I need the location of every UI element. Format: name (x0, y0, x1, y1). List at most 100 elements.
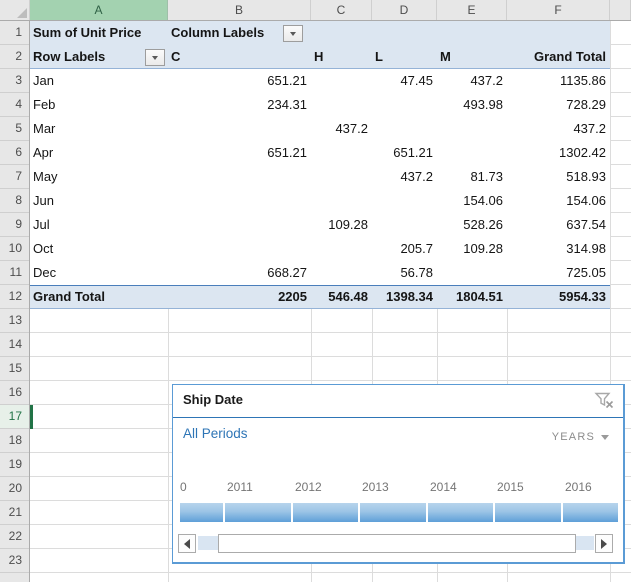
pivot-cell[interactable]: 528.26 (437, 213, 507, 237)
period-level-label: YEARS (552, 431, 595, 443)
pivot-cell[interactable]: 205.7 (372, 237, 437, 261)
pivot-column-header[interactable]: Grand Total (507, 45, 610, 69)
timeline-tick-label: 2011 (227, 480, 253, 494)
pivot-grand-total-cell[interactable]: 546.48 (311, 285, 372, 309)
timeline-tick-label: 2012 (295, 480, 322, 494)
column-labels-filter-button[interactable] (283, 25, 303, 42)
pivot-cell[interactable]: 1135.86 (507, 69, 610, 93)
pivot-cell[interactable]: 668.27 (168, 261, 311, 285)
timeline-scrollbar[interactable] (178, 534, 613, 553)
pivot-cell[interactable]: 728.29 (507, 93, 610, 117)
pivot-cell[interactable]: 651.21 (168, 141, 311, 165)
pivot-cell[interactable]: 518.93 (507, 165, 610, 189)
pivot-cell[interactable]: 437.2 (437, 69, 507, 93)
scrollbar-track-right[interactable] (576, 536, 594, 550)
row-header-19[interactable]: 19 (0, 453, 29, 477)
timeline-period-dropdown[interactable]: YEARS (552, 431, 609, 443)
band-separator (358, 503, 360, 522)
row-header-10[interactable]: 10 (0, 237, 29, 261)
pivot-cell[interactable]: 109.28 (437, 237, 507, 261)
pivot-cell[interactable]: 81.73 (437, 165, 507, 189)
pivot-cell[interactable]: 154.06 (507, 189, 610, 213)
pivot-row-label[interactable]: Apr (33, 141, 53, 165)
pivot-cell[interactable]: 314.98 (507, 237, 610, 261)
row-header-17[interactable]: 17 (0, 405, 29, 429)
pivot-row-label[interactable]: Jun (33, 189, 54, 213)
row-header-20[interactable]: 20 (0, 477, 29, 501)
pivot-column-field-label[interactable]: Column Labels (171, 21, 264, 45)
scrollbar-thumb[interactable] (218, 534, 576, 553)
pivot-cell[interactable]: 651.21 (372, 141, 437, 165)
column-header-F[interactable]: F (507, 0, 610, 20)
row-labels-filter-button[interactable] (145, 49, 165, 66)
pivot-cell[interactable]: 1302.42 (507, 141, 610, 165)
pivot-row-label[interactable]: Feb (33, 93, 55, 117)
pivot-cell[interactable]: 437.2 (372, 165, 437, 189)
pivot-grand-total-cell[interactable]: 5954.33 (507, 285, 610, 309)
row-header-2[interactable]: 2 (0, 45, 29, 69)
pivot-row-field-label[interactable]: Row Labels (33, 45, 105, 69)
scroll-left-button[interactable] (178, 534, 196, 553)
row-header-23[interactable]: 23 (0, 549, 29, 573)
pivot-measure-label[interactable]: Sum of Unit Price (33, 21, 141, 45)
pivot-cell[interactable]: 437.2 (507, 117, 610, 141)
row-header-15[interactable]: 15 (0, 357, 29, 381)
pivot-row-label[interactable]: Jul (33, 213, 50, 237)
row-header-22[interactable]: 22 (0, 525, 29, 549)
clear-filter-icon[interactable] (593, 390, 615, 410)
pivot-cell[interactable]: 493.98 (437, 93, 507, 117)
pivot-cell[interactable]: 637.54 (507, 213, 610, 237)
pivot-grand-total-cell[interactable]: 1804.51 (437, 285, 507, 309)
row-header-21[interactable]: 21 (0, 501, 29, 525)
row-header-6[interactable]: 6 (0, 141, 29, 165)
pivot-row-label[interactable]: Oct (33, 237, 53, 261)
row-header-3[interactable]: 3 (0, 69, 29, 93)
pivot-grand-total-cell[interactable]: 1398.34 (372, 285, 437, 309)
row-header-11[interactable]: 11 (0, 261, 29, 285)
pivot-cell[interactable]: 109.28 (311, 213, 372, 237)
pivot-row-label[interactable]: Mar (33, 117, 55, 141)
pivot-cell[interactable]: 437.2 (311, 117, 372, 141)
pivot-cell[interactable]: 56.78 (372, 261, 437, 285)
pivot-grand-total-label[interactable]: Grand Total (33, 285, 105, 309)
row-header-4[interactable]: 4 (0, 93, 29, 117)
scroll-right-button[interactable] (595, 534, 613, 553)
timeline-tick-label: 2013 (362, 480, 389, 494)
row-header-14[interactable]: 14 (0, 333, 29, 357)
row-header-9[interactable]: 9 (0, 213, 29, 237)
pivot-cell[interactable]: 234.31 (168, 93, 311, 117)
pivot-row-label[interactable]: Dec (33, 261, 56, 285)
timeline-slicer[interactable]: Ship Date All Periods YEARS 020112012201… (172, 384, 625, 564)
row-header-8[interactable]: 8 (0, 189, 29, 213)
pivot-column-header[interactable]: L (375, 45, 383, 69)
scrollbar-track-left[interactable] (198, 536, 218, 550)
pivot-column-header[interactable]: M (440, 45, 451, 69)
row-header-12[interactable]: 12 (0, 285, 29, 309)
pivot-row-label[interactable]: May (33, 165, 58, 189)
column-header-partial[interactable] (610, 0, 631, 20)
row-header-16[interactable]: 16 (0, 381, 29, 405)
pivot-grand-total-cell[interactable]: 2205 (168, 285, 311, 309)
pivot-cell[interactable]: 725.05 (507, 261, 610, 285)
column-header-E[interactable]: E (437, 0, 507, 20)
column-header-C[interactable]: C (311, 0, 372, 20)
pivot-column-header[interactable]: H (314, 45, 323, 69)
row-header-7[interactable]: 7 (0, 165, 29, 189)
row-header-18[interactable]: 18 (0, 429, 29, 453)
pivot-column-header[interactable]: C (171, 45, 180, 69)
column-header-A[interactable]: A (30, 0, 168, 20)
pivot-cell[interactable]: 154.06 (437, 189, 507, 213)
column-header-D[interactable]: D (372, 0, 437, 20)
pivot-row-label[interactable]: Jan (33, 69, 54, 93)
row-header-5[interactable]: 5 (0, 117, 29, 141)
row-header-1[interactable]: 1 (0, 21, 29, 45)
column-header-B[interactable]: B (168, 0, 311, 20)
band-separator (493, 503, 495, 522)
pivot-table: Sum of Unit Price Column Labels Row Labels… (30, 21, 610, 309)
scroll-left-icon (184, 539, 190, 549)
select-all-button[interactable] (0, 0, 30, 20)
pivot-cell[interactable]: 47.45 (372, 69, 437, 93)
pivot-cell[interactable]: 651.21 (168, 69, 311, 93)
timeline-selection-band[interactable] (180, 503, 618, 522)
row-header-13[interactable]: 13 (0, 309, 29, 333)
